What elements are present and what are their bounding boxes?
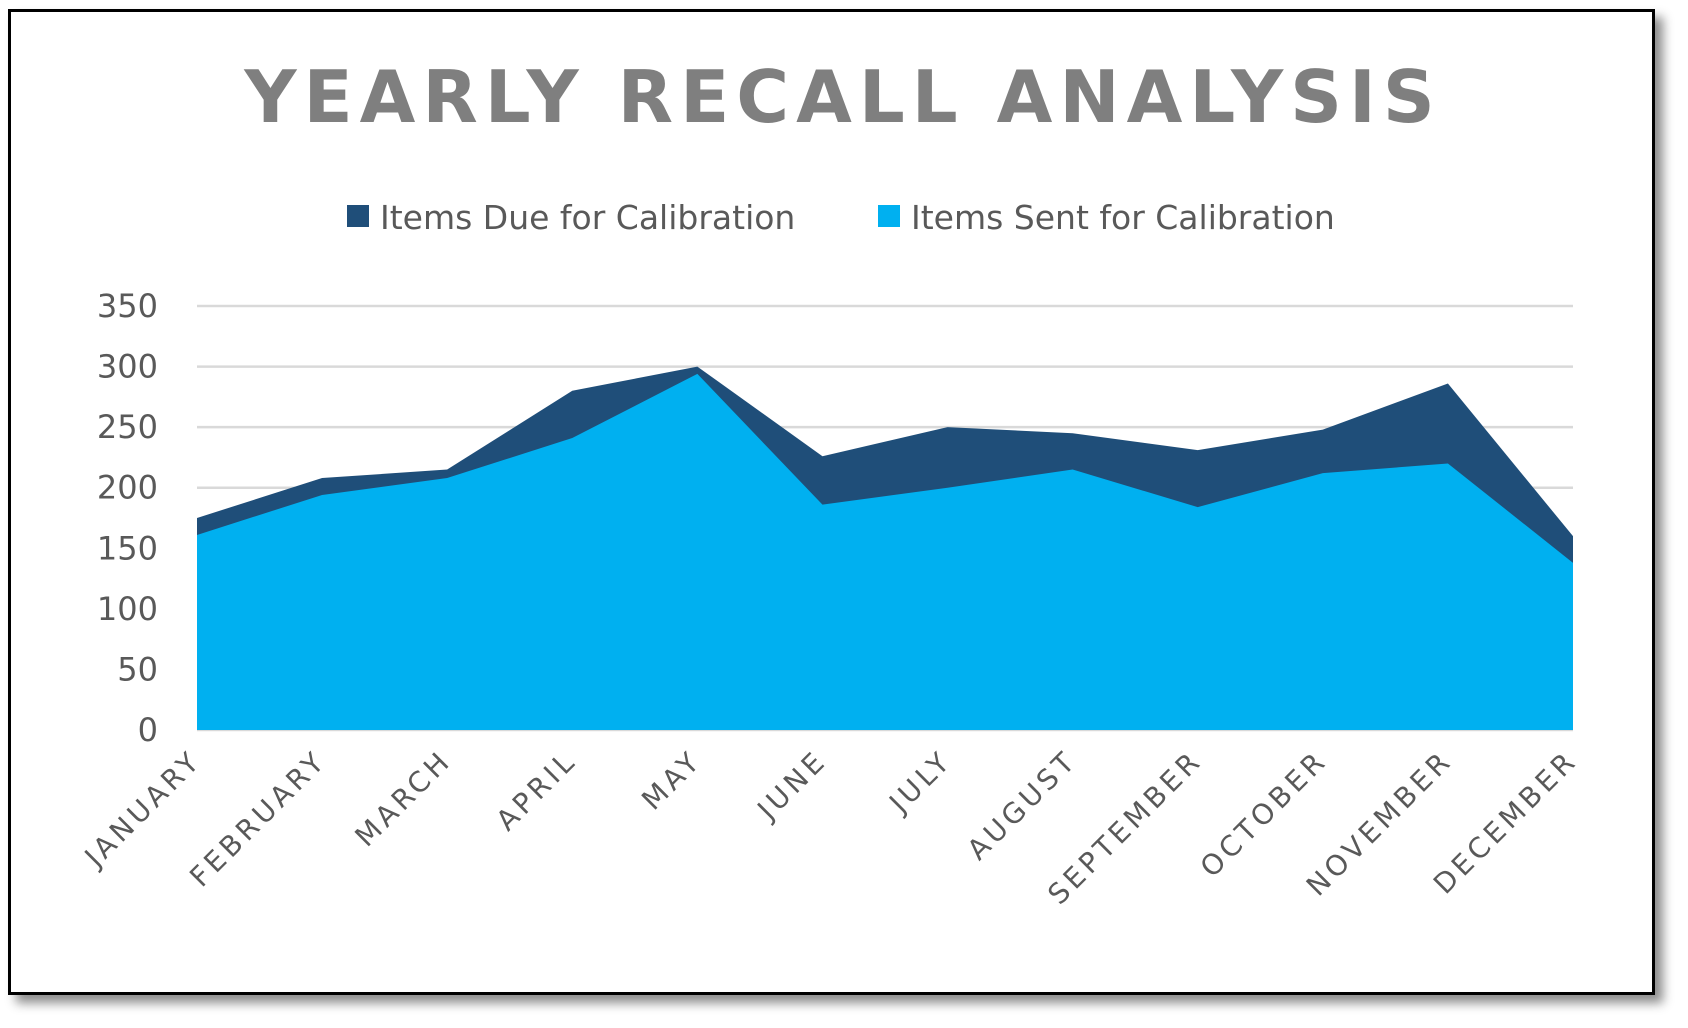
y-tick-label: 0 [138, 711, 158, 749]
y-tick-label: 250 [97, 408, 158, 446]
chart-title: YEARLY RECALL ANALYSIS [243, 55, 1441, 139]
x-tick-label-april: APRIL [490, 744, 584, 838]
plot-area [197, 366, 1573, 730]
y-tick-label: 200 [97, 469, 158, 507]
legend: Items Due for Calibration Items Sent for… [347, 198, 1335, 237]
legend-label-due: Items Due for Calibration [380, 198, 795, 237]
legend-swatch-due [347, 205, 369, 227]
x-tick-label-october: OCTOBER [1194, 744, 1334, 884]
legend-item-due[interactable]: Items Due for Calibration [347, 198, 795, 237]
x-axis: JANUARYFEBRUARY MARCH APRIL MAY JUNE JULY AUGU… [77, 744, 1584, 911]
legend-label-sent: Items Sent for Calibration [911, 198, 1335, 237]
y-tick-label: 100 [97, 590, 158, 628]
y-tick-label: 50 [117, 650, 158, 688]
y-axis: 0 50 100 150 200 250 300 350 [97, 287, 158, 749]
y-tick-label: 150 [97, 529, 158, 567]
x-tick-label-july: JULY [882, 744, 959, 821]
chart-svg: YEARLY RECALL ANALYSIS Items Due for Cal… [77, 55, 1584, 911]
x-tick-label-june: JUNE [750, 744, 834, 828]
x-tick-label-march: MARCH [349, 744, 459, 854]
x-tick-label-january: JANUARY [77, 744, 208, 875]
y-tick-label: 350 [97, 287, 158, 325]
x-tick-label-august: AUGUST [961, 744, 1084, 867]
x-tick-label-may: MAY [635, 744, 708, 817]
legend-item-sent[interactable]: Items Sent for Calibration [878, 198, 1335, 237]
legend-swatch-sent [878, 205, 900, 227]
y-tick-label: 300 [97, 348, 158, 386]
